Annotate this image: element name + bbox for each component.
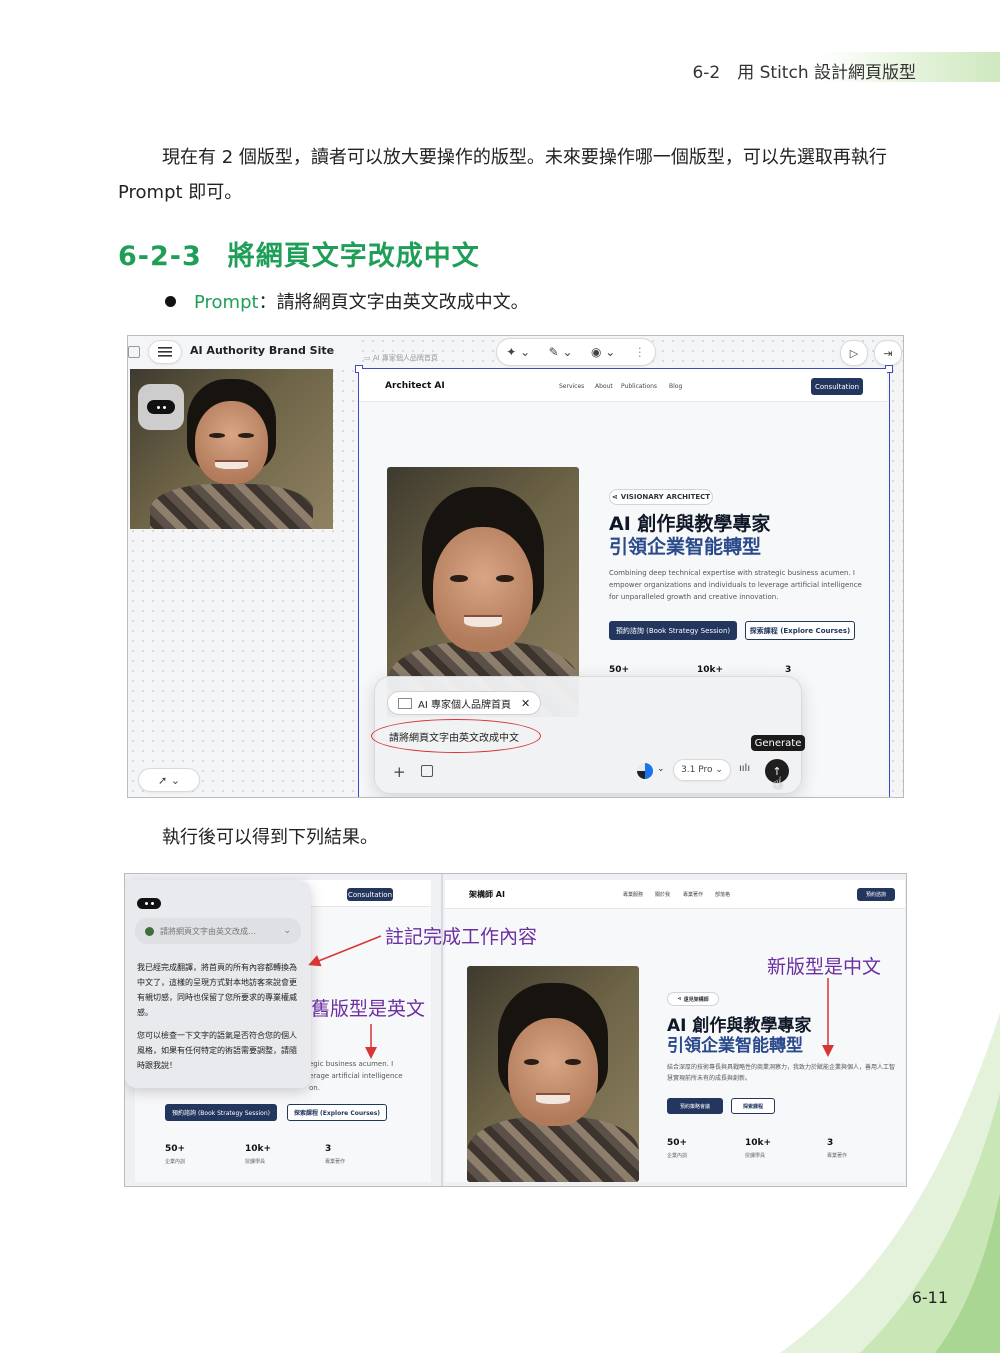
hero-badge-text: VISIONARY ARCHITECT [620, 493, 711, 501]
model-dropdown-chevron[interactable]: ⌄ [657, 764, 665, 774]
export-icon: ⇥ [883, 346, 893, 360]
stat-value: 50+ [609, 665, 630, 675]
close-icon[interactable]: ✕ [521, 697, 530, 710]
running-head: 6-2 用 Stitch 設計網頁版型 [692, 63, 916, 83]
menu-button[interactable] [148, 340, 182, 364]
section-number: 6-2-3 [118, 241, 202, 272]
menu-icon [158, 347, 172, 357]
export-button[interactable]: ⇥ [874, 340, 902, 366]
toolbar-pill: ✦ ⌄ ✎ ⌄ ◉ ⌄ ⋮ [496, 338, 656, 366]
screenshot-before: AI Authority Brand Site ✦ ⌄ ✎ ⌄ ◉ ⌄ ⋮ ▷ … [127, 335, 904, 798]
canvas-frame-label: ▭ AI 專家個人品牌首頁 [364, 354, 438, 362]
sidebar-toggle-icon[interactable] [128, 346, 140, 358]
mic-icon[interactable]: ıılı [739, 763, 750, 774]
nav-link[interactable]: Blog [669, 383, 682, 390]
share-icon: ⋖ [611, 493, 618, 501]
hero-badge: ⋖ VISIONARY ARCHITECT [609, 489, 713, 505]
rocket-menu-button[interactable]: ➚ ⌄ [138, 768, 200, 792]
stat-value: 3 [785, 665, 792, 675]
screenshot-after: Consultation egic business acumen. I era… [124, 873, 907, 1187]
annotation-arrows [308, 935, 834, 1059]
section-heading: 6-2-3 將網頁文字改成中文 [118, 234, 480, 273]
nav-link[interactable]: Publications [621, 383, 657, 390]
pen-icon[interactable]: ✎ ⌄ [549, 345, 573, 359]
sparkle-icon[interactable]: ✦ ⌄ [506, 345, 530, 359]
consultation-button[interactable]: Consultation [811, 378, 863, 395]
hero-title: AI 創作與教學專家 引領企業智能轉型 [609, 513, 869, 559]
nav-link[interactable]: Services [559, 383, 584, 390]
hero-description: Combining deep technical expertise with … [609, 569, 862, 601]
intro-paragraph: 現在有 2 個版型，讀者可以放大要操作的版型。未來要操作哪一個版型，可以先選取再… [118, 147, 887, 203]
nav-link[interactable]: About [595, 383, 613, 390]
image-icon[interactable] [421, 765, 433, 777]
cta-secondary-button[interactable]: 探索課程 (Explore Courses) [745, 621, 855, 640]
prompt-panel: AI 專家個人品牌首頁 ✕ 請將網頁文字由英文改成中文 + ⌄ 3.1 Pro … [371, 676, 805, 794]
chat-bubble-icon [147, 400, 175, 414]
chat-button[interactable] [138, 384, 184, 430]
stat-value: 10k+ [697, 665, 724, 675]
plus-icon[interactable]: + [393, 763, 406, 781]
section-title: 將網頁文字改成中文 [227, 241, 480, 272]
context-chip-label: AI 專家個人品牌首頁 [418, 699, 511, 711]
play-icon: ▷ [849, 346, 859, 360]
hand-cursor-icon: ☝ [773, 773, 783, 792]
site-brand: Architect AI [385, 381, 445, 391]
more-icon[interactable]: ⋮ [634, 345, 646, 359]
prompt-input[interactable]: 請將網頁文字由英文改成中文 [389, 729, 519, 744]
generate-tooltip: Generate [751, 735, 805, 751]
hero-title-line2: 引領企業智能轉型 [609, 536, 762, 558]
canvas-frame-label-text: AI 專家個人品牌首頁 [372, 354, 438, 362]
model-logo-icon [637, 763, 653, 779]
preview-button[interactable]: ▷ [840, 340, 868, 366]
app-title: AI Authority Brand Site [190, 344, 335, 357]
arrow-to-chat [308, 935, 382, 967]
page-thumbnail-icon [398, 697, 412, 709]
prompt-bullet: Prompt：請將網頁文字由英文改成中文。 [165, 288, 529, 314]
cta-primary-button[interactable]: 預約諮詢 (Book Strategy Session) [609, 621, 737, 640]
page-number: 6-11 [911, 1288, 948, 1307]
prompt-bullet-text: ：請將網頁文字由英文改成中文。 [258, 292, 529, 313]
prompt-keyword: Prompt [194, 292, 259, 313]
model-label: 3.1 Pro [681, 765, 713, 775]
hero-title-line1: AI 創作與教學專家 [609, 513, 771, 535]
rocket-icon: ➚ ⌄ [158, 773, 180, 787]
model-selector[interactable]: 3.1 Pro ⌄ [673, 759, 731, 781]
context-chip[interactable]: AI 專家個人品牌首頁 ✕ [387, 691, 542, 715]
bullet-dot-icon [165, 295, 176, 307]
after-paragraph: 執行後可以得到下列結果。 [162, 827, 378, 848]
eye-icon[interactable]: ◉ ⌄ [591, 345, 615, 359]
